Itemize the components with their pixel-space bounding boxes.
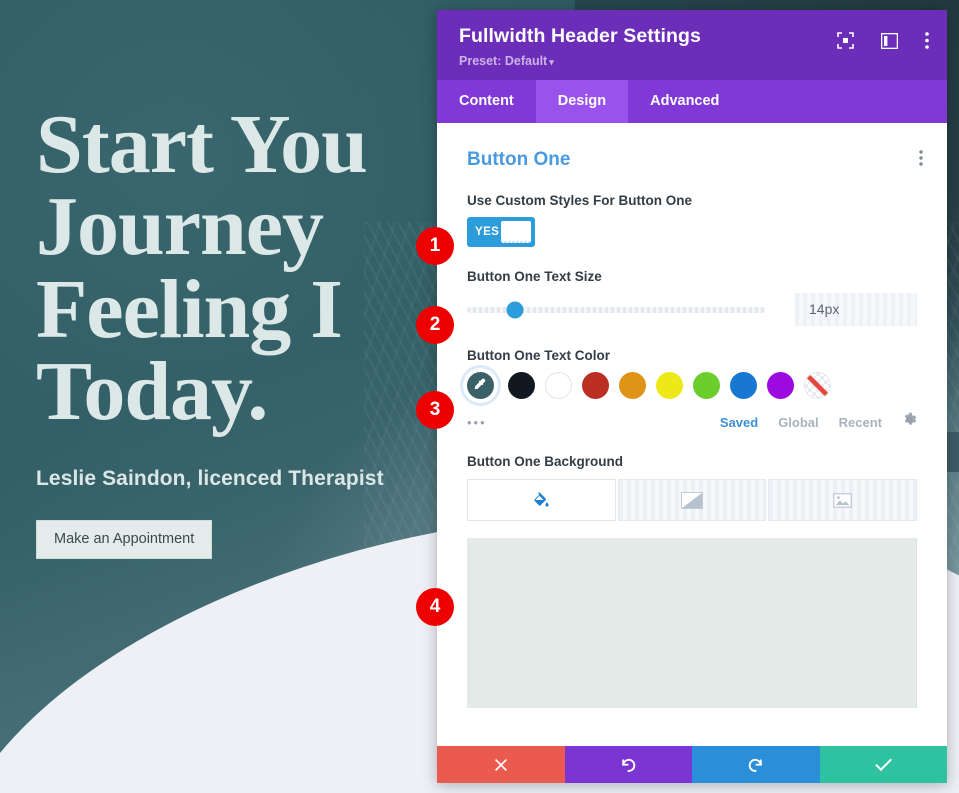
section-title: Button One [467,149,571,170]
color-tab-saved[interactable]: Saved [720,415,758,430]
panel-header-icons [837,32,929,49]
gear-icon[interactable] [902,412,917,432]
text-size-slider-handle[interactable] [506,301,524,318]
panel-header: Fullwidth Header Settings Preset: Defaul… [437,10,947,80]
paint-bucket-icon [534,492,549,507]
text-size-label: Button One Text Size [467,269,602,284]
text-size-input[interactable]: 14px [795,293,917,326]
swatch-green[interactable] [693,372,720,399]
field-text-color: Button One Text Color ••• Saved Global R… [437,348,947,432]
swatch-white[interactable] [545,372,572,399]
field-use-custom-styles: Use Custom Styles For Button One YES [437,193,947,247]
color-tab-recent[interactable]: Recent [839,415,882,430]
field-background: Button One Background [437,454,947,708]
hero-title-line-4: Today. [36,344,268,438]
text-size-slider-row: 14px [467,293,917,326]
toggle-knob [501,221,531,243]
hero-title-line-1: Start You [36,98,368,191]
background-type-tabs [467,479,918,521]
preset-selector[interactable]: Preset: Default ▾ [459,54,925,68]
gradient-icon [681,491,703,509]
swatch-black[interactable] [508,372,535,399]
more-colors-icon[interactable]: ••• [467,415,487,430]
chevron-down-icon: ▾ [549,57,554,67]
background-type-gradient[interactable] [617,479,767,521]
background-color-preview[interactable] [467,538,917,708]
section-kebab-icon[interactable] [919,149,923,171]
eyedropper-icon [474,378,486,390]
tab-advanced[interactable]: Advanced [628,80,741,123]
expand-icon[interactable] [837,32,854,49]
hero-content: Start You Journey Feeling I Today. Lesli… [36,103,466,560]
undo-button[interactable] [564,746,692,783]
color-picker-eyedropper-swatch[interactable] [467,372,494,399]
color-source-tabs: Saved Global Recent [720,412,917,432]
swatch-yellow[interactable] [656,372,683,399]
swatch-dark-red[interactable] [582,372,609,399]
step-badge-4: 4 [416,588,454,626]
panel-action-bar [437,746,947,783]
hero-subtitle: Leslie Saindon, licenced Therapist [36,467,384,491]
close-icon [494,758,507,771]
layout-panel-icon[interactable] [881,32,898,49]
text-color-swatches [467,372,917,399]
text-color-label: Button One Text Color [467,348,610,363]
hero-title-line-3: Feeling I [36,262,343,356]
swatch-blue[interactable] [730,372,757,399]
swatch-purple[interactable] [767,372,794,399]
use-custom-styles-label: Use Custom Styles For Button One [467,193,693,208]
check-icon [874,758,892,772]
background-type-color-fill[interactable] [467,479,616,521]
redo-icon [748,758,762,772]
kebab-menu-icon[interactable] [925,32,929,49]
color-tab-global[interactable]: Global [778,415,818,430]
hero-title-line-2: Journey [36,180,324,274]
swatch-orange[interactable] [619,372,646,399]
color-palette-meta: ••• Saved Global Recent [467,412,917,432]
page-scrollbar[interactable] [947,432,959,472]
hero-title: Start You Journey Feeling I Today. [36,103,466,434]
cancel-button[interactable] [437,746,565,783]
section-header-button-one[interactable]: Button One [437,123,947,171]
background-type-image[interactable] [768,479,918,521]
step-badge-3: 3 [416,391,454,429]
image-icon [833,492,853,508]
use-custom-styles-toggle[interactable]: YES [467,217,535,247]
undo-icon [622,758,636,772]
panel-tabs: Content Design Advanced [437,80,947,123]
module-settings-panel: Fullwidth Header Settings Preset: Defaul… [437,10,947,783]
tab-design[interactable]: Design [535,80,629,123]
toggle-value-label: YES [475,226,500,238]
background-label: Button One Background [467,454,623,469]
step-badge-1: 1 [416,227,454,265]
swatch-transparent[interactable] [804,372,831,399]
text-size-slider-track[interactable] [467,301,765,318]
redo-button[interactable] [692,746,820,783]
panel-body: Button One Use Custom Styles For Button … [437,123,947,746]
field-text-size: Button One Text Size 14px [437,269,947,326]
step-badge-2: 2 [416,306,454,344]
make-appointment-button[interactable]: Make an Appointment [36,520,213,560]
save-button[interactable] [819,746,947,783]
preset-label: Preset: Default [459,54,548,68]
tab-content[interactable]: Content [437,80,536,123]
